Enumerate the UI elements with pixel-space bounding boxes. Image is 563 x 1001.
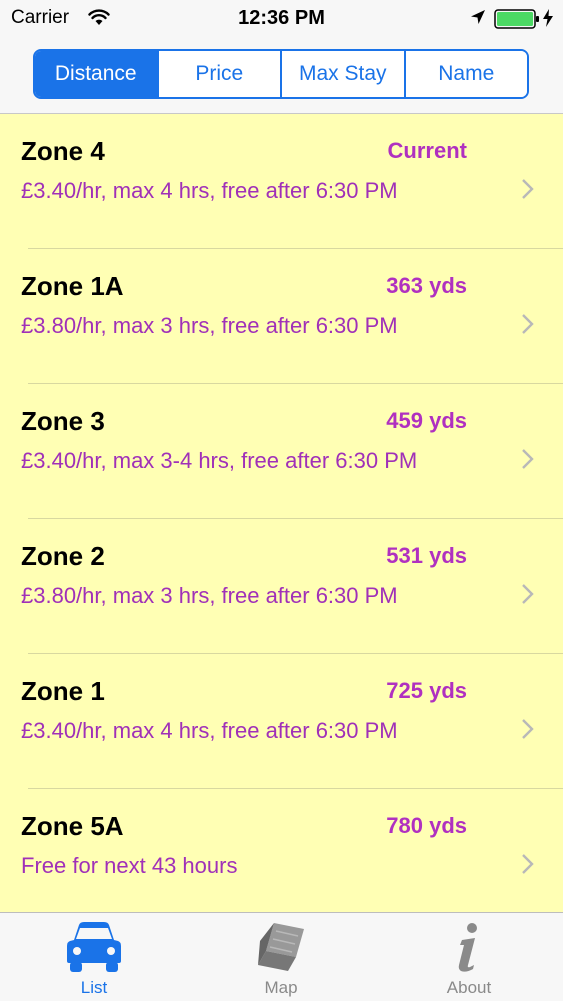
sort-bar: Distance Price Max Stay Name [0, 38, 563, 114]
zone-distance: 363 yds [386, 273, 467, 298]
chevron-right-icon [522, 719, 534, 739]
zone-distance: 725 yds [386, 678, 467, 703]
tab-map[interactable]: Map [187, 913, 375, 1001]
zone-distance: 531 yds [386, 543, 467, 568]
zone-detail: £3.40/hr, max 4 hrs, free after 6:30 PM [21, 718, 398, 743]
zone-detail: £3.80/hr, max 3 hrs, free after 6:30 PM [21, 583, 398, 608]
status-bar: Carrier 12:36 PM [0, 0, 563, 38]
tab-label: Map [264, 978, 298, 997]
tab-list[interactable]: List [0, 913, 188, 1001]
zone-detail: Free for next 43 hours [21, 853, 238, 878]
info-icon [458, 923, 477, 972]
chevron-right-icon [522, 314, 534, 334]
zone-name: Zone 3 [21, 406, 105, 436]
zone-row[interactable]: Zone 3 459 yds £3.40/hr, max 3-4 hrs, fr… [0, 384, 563, 519]
zone-distance: 780 yds [386, 813, 467, 838]
chevron-right-icon [522, 584, 534, 604]
chevron-right-icon [522, 854, 534, 874]
zone-name: Zone 1 [21, 676, 105, 706]
zone-name: Zone 4 [21, 136, 105, 166]
car-icon [67, 922, 121, 972]
zone-list: Zone 4 Current £3.40/hr, max 4 hrs, free… [0, 114, 563, 912]
segment-max-stay[interactable]: Max Stay [280, 51, 404, 97]
charging-bolt-icon [543, 9, 553, 27]
tab-about[interactable]: About [375, 913, 563, 1001]
tab-label: List [80, 978, 108, 997]
chevron-right-icon [522, 179, 534, 199]
zone-name: Zone 1A [21, 271, 124, 301]
zone-detail: £3.40/hr, max 3-4 hrs, free after 6:30 P… [21, 448, 418, 473]
zone-name: Zone 2 [21, 541, 105, 571]
zone-row[interactable]: Zone 2 531 yds £3.80/hr, max 3 hrs, free… [0, 519, 563, 654]
battery-icon [494, 9, 539, 29]
zone-detail: £3.40/hr, max 4 hrs, free after 6:30 PM [21, 178, 398, 203]
segment-name[interactable]: Name [403, 51, 527, 97]
location-arrow-icon [471, 10, 485, 24]
tab-bar: List Map About [0, 912, 563, 1001]
sort-segmented-control: Distance Price Max Stay Name [33, 49, 529, 99]
zone-row[interactable]: Zone 5A 780 yds Free for next 43 hours [0, 789, 563, 912]
zone-row[interactable]: Zone 4 Current £3.40/hr, max 4 hrs, free… [0, 114, 563, 249]
zone-distance: 459 yds [386, 408, 467, 433]
zone-detail: £3.80/hr, max 3 hrs, free after 6:30 PM [21, 313, 398, 338]
zone-distance: Current [387, 138, 467, 163]
zone-row[interactable]: Zone 1 725 yds £3.40/hr, max 4 hrs, free… [0, 654, 563, 789]
map-icon [258, 923, 304, 971]
zone-name: Zone 5A [21, 811, 124, 841]
segment-price[interactable]: Price [156, 51, 280, 97]
chevron-right-icon [522, 449, 534, 469]
zone-row[interactable]: Zone 1A 363 yds £3.80/hr, max 3 hrs, fre… [0, 249, 563, 384]
segment-distance[interactable]: Distance [35, 51, 157, 97]
tab-label: About [446, 978, 492, 997]
